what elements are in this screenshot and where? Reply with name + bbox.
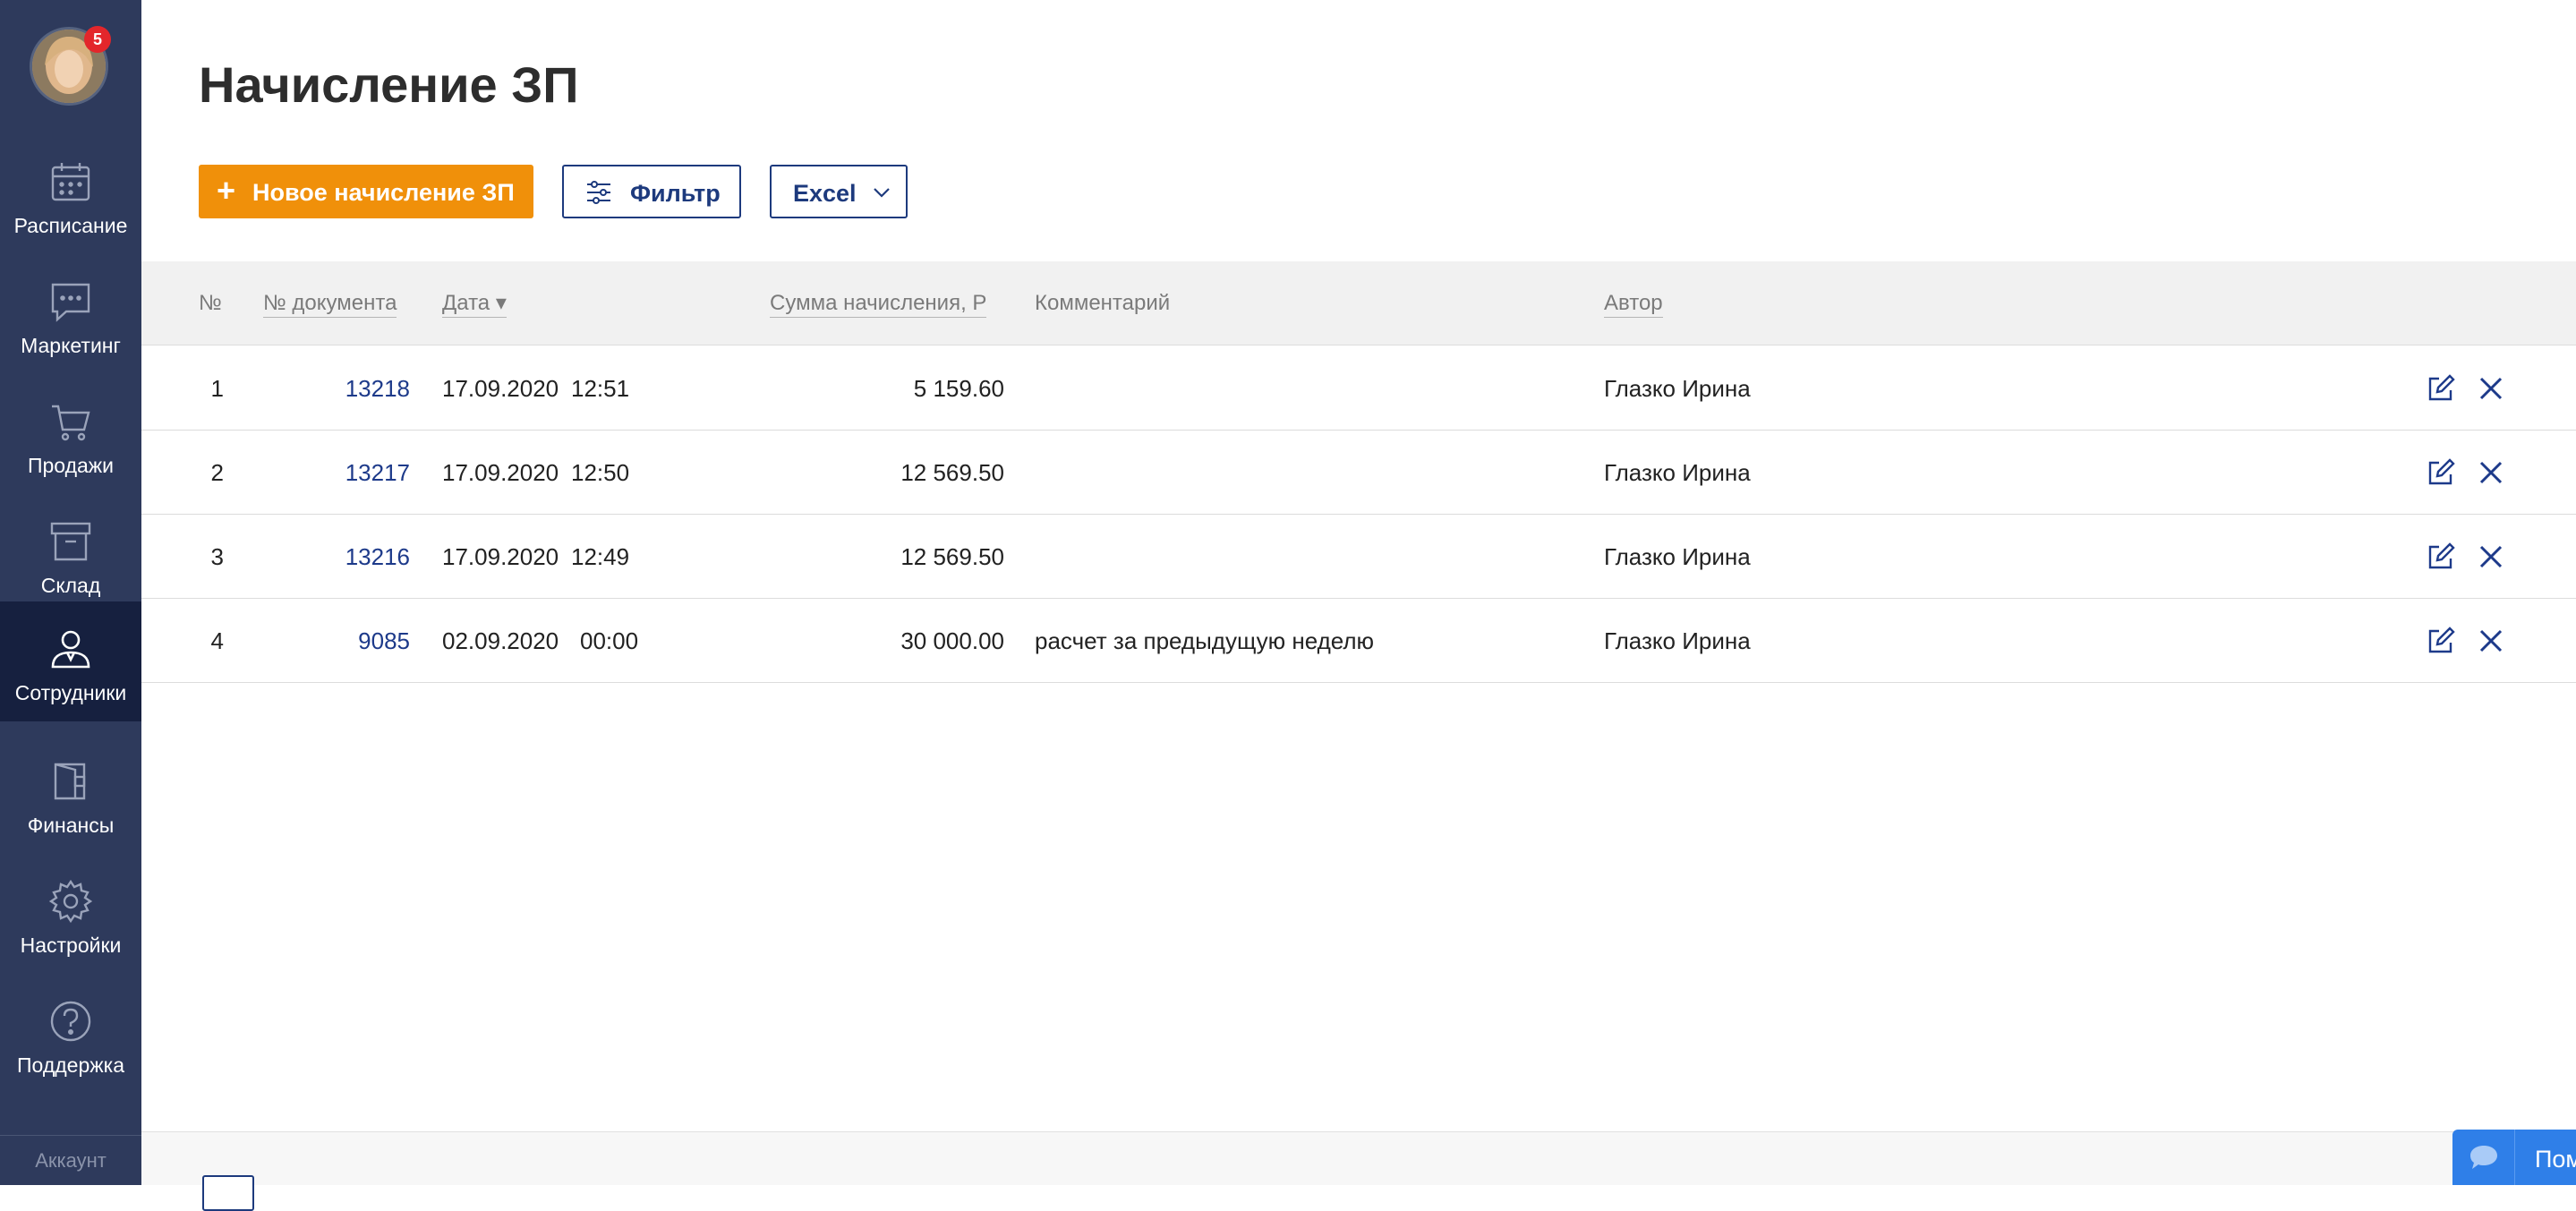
cart-icon (52, 405, 90, 441)
filter-label: Фильтр (630, 180, 721, 207)
close-icon[interactable] (2476, 626, 2506, 656)
sidebar-item-label: Финансы (27, 814, 115, 837)
row-sum: 12 569.50 (900, 543, 1004, 570)
table-row: 2 13217 17.09.2020 12:50 12 569.50 Глазк… (141, 431, 2576, 515)
sliders-icon (587, 181, 610, 204)
column-header-date[interactable]: Дата ▾ (442, 290, 507, 318)
close-icon[interactable] (2476, 542, 2506, 572)
row-date: 17.09.2020 (442, 375, 559, 402)
pagination-button[interactable] (202, 1175, 254, 1211)
row-author: Глазко Ирина (1604, 543, 1751, 570)
sidebar: 5 Расписание Маркетинг Продажи Склад Сот… (0, 0, 141, 1185)
sidebar-item-label: Склад (40, 574, 101, 597)
gear-icon (48, 879, 93, 924)
sidebar-item-employees[interactable]: Сотрудники (0, 601, 141, 721)
calendar-icon (51, 163, 90, 201)
assistant-label: Помощник (2535, 1146, 2576, 1173)
main-content: Начисление ЗП + Новое начисление ЗП Филь… (141, 0, 2576, 1211)
table-row: 1 13218 17.09.2020 12:51 5 159.60 Глазко… (141, 346, 2576, 431)
sidebar-item-label: Маркетинг (21, 334, 121, 357)
doc-number-link[interactable]: 9085 (263, 627, 410, 654)
account-link[interactable]: Аккаунт (0, 1135, 141, 1185)
sidebar-item-label: Продажи (27, 454, 115, 477)
row-time: 12:49 (571, 543, 630, 570)
doc-number-link[interactable]: 13218 (263, 375, 410, 402)
row-num: 3 (210, 543, 224, 570)
row-comment: расчет за предыдущую неделю (1035, 627, 1375, 654)
filter-button[interactable]: Фильтр (562, 165, 741, 218)
chevron-down-icon (874, 188, 890, 198)
chat-bubble-icon (2470, 1146, 2497, 1169)
row-author: Глазко Ирина (1604, 459, 1751, 486)
sidebar-item-label: Поддержка (17, 1053, 124, 1077)
new-payroll-button[interactable]: + Новое начисление ЗП (199, 165, 533, 218)
sidebar-item-schedule[interactable]: Расписание (0, 134, 141, 254)
close-icon[interactable] (2476, 457, 2506, 488)
edit-icon[interactable] (2426, 626, 2456, 656)
plus-icon: + (217, 172, 236, 209)
row-date: 02.09.2020 (442, 627, 559, 654)
notification-badge: 5 (84, 26, 111, 53)
row-time: 12:51 (571, 375, 630, 402)
column-header-author[interactable]: Автор (1604, 290, 1663, 318)
close-icon[interactable] (2476, 373, 2506, 404)
table-row: 3 13216 17.09.2020 12:49 12 569.50 Глазк… (141, 515, 2576, 599)
sidebar-item-label: Расписание (13, 214, 128, 237)
wallet-icon (54, 763, 86, 800)
row-date: 17.09.2020 (442, 543, 559, 570)
row-author: Глазко Ирина (1604, 375, 1751, 402)
chat-icon (51, 283, 90, 322)
employee-icon (51, 630, 90, 669)
new-payroll-label: Новое начисление ЗП (252, 179, 515, 206)
sidebar-item-finance[interactable]: Финансы (0, 734, 141, 854)
row-author: Глазко Ирина (1604, 627, 1751, 654)
row-num: 2 (210, 459, 224, 486)
row-num: 1 (210, 375, 224, 402)
table-row: 4 9085 02.09.2020 00:00 30 000.00 расчет… (141, 599, 2576, 683)
archive-box-icon (50, 522, 91, 561)
table-header: № № документа Дата ▾ Сумма начисления, Р… (141, 261, 2576, 345)
column-header-doc[interactable]: № документа (263, 290, 397, 318)
table-footer (141, 1131, 2576, 1211)
sidebar-item-label: Настройки (20, 934, 122, 957)
help-icon (50, 1001, 91, 1042)
row-num: 4 (210, 627, 224, 654)
excel-dropdown-button[interactable]: Excel (770, 165, 908, 218)
user-avatar-button[interactable]: 5 (30, 26, 111, 106)
page-title: Начисление ЗП (199, 56, 579, 113)
column-header-num: № (199, 291, 222, 315)
column-header-comment: Комментарий (1035, 291, 1171, 315)
edit-icon[interactable] (2426, 542, 2456, 572)
row-sum: 12 569.50 (900, 459, 1004, 486)
row-date: 17.09.2020 (442, 459, 559, 486)
assistant-icon-box (2452, 1130, 2515, 1185)
sidebar-item-label: Сотрудники (14, 681, 127, 704)
sidebar-item-sales[interactable]: Продажи (0, 374, 141, 494)
row-sum: 30 000.00 (900, 627, 1004, 654)
excel-label: Excel (793, 180, 857, 207)
row-sum: 5 159.60 (913, 375, 1004, 402)
edit-icon[interactable] (2426, 373, 2456, 404)
row-time: 12:50 (571, 459, 630, 486)
doc-number-link[interactable]: 13217 (263, 459, 410, 486)
row-time: 00:00 (580, 627, 639, 654)
sidebar-item-support[interactable]: Поддержка (0, 974, 141, 1094)
sidebar-item-marketing[interactable]: Маркетинг (0, 254, 141, 374)
sidebar-item-warehouse[interactable]: Склад (0, 494, 141, 614)
edit-icon[interactable] (2426, 457, 2456, 488)
column-header-sum[interactable]: Сумма начисления, Р (770, 290, 987, 318)
sidebar-item-settings[interactable]: Настройки (0, 854, 141, 974)
assistant-button[interactable]: Помощник (2452, 1130, 2576, 1185)
doc-number-link[interactable]: 13216 (263, 543, 410, 570)
